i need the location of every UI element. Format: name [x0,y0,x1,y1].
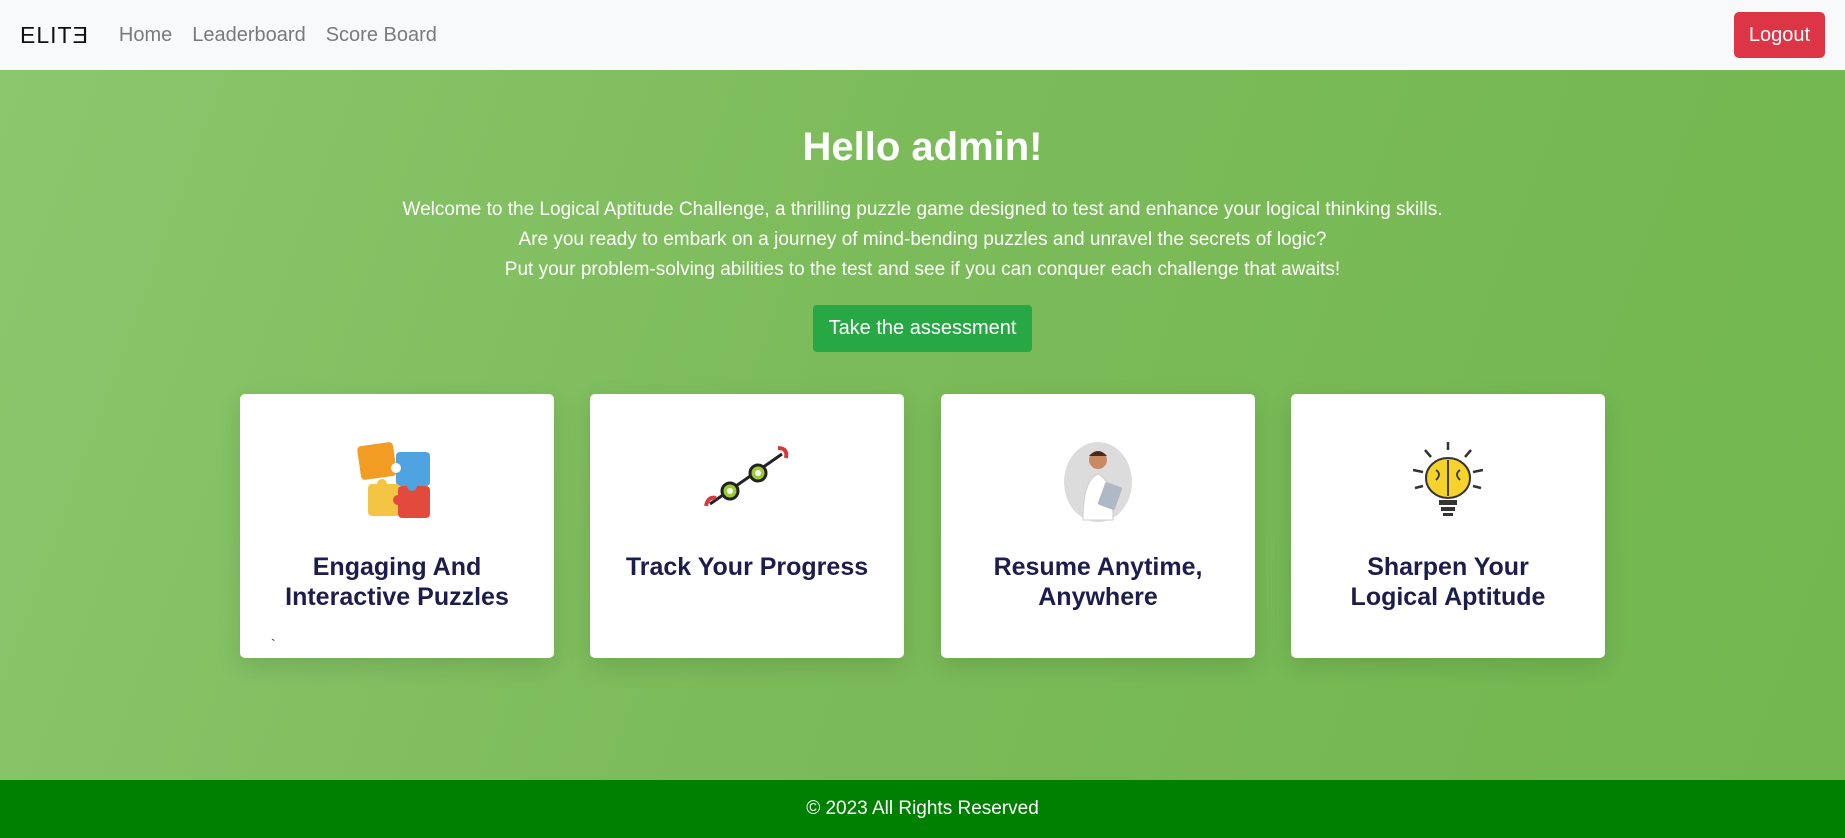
stray-mark: ` [271,636,276,652]
brain-lightbulb-icon [1412,442,1484,516]
card-title: Track Your Progress [600,552,894,582]
intro-line: Put your problem-solving abilities to th… [504,259,1341,280]
intro-line: Are you ready to embark on a journey of … [518,229,1327,250]
card-title-line: Engaging And [312,553,482,581]
brand-logo[interactable]: ELITƎ [20,22,89,49]
puzzle-pieces-icon [357,442,430,518]
intro-line: Welcome to the Logical Aptitude Challeng… [402,199,1443,220]
nav-link-score-board[interactable]: Score Board [326,24,437,47]
nav-link-leaderboard[interactable]: Leaderboard [192,24,305,47]
progress-chain-icon [704,446,789,507]
card-title-line: Anywhere [1038,583,1158,611]
card-title-line: Interactive Puzzles [285,583,509,611]
nav-link-home[interactable]: Home [119,24,172,47]
feature-card-progress: Track Your Progress [590,394,904,658]
logout-button[interactable]: Logout [1733,12,1825,58]
take-assessment-button[interactable]: Take the assessment [813,305,1032,352]
feature-card-sharpen: Sharpen Your Logical Aptitude [1291,394,1605,658]
card-title-line: Track Your Progress [625,553,869,581]
copyright-text: © 2023 All Rights Reserved [806,798,1039,819]
card-title-line: Sharpen Your [1367,553,1529,581]
top-navbar: ELITƎ Home Leaderboard Score Board Logou… [0,0,1845,70]
greeting-title: Hello admin! [802,125,1043,169]
feature-card-puzzles: Engaging And Interactive Puzzles ` [240,394,554,658]
card-title-line: Resume Anytime, [993,553,1203,581]
card-title: Sharpen Your Logical Aptitude [1301,552,1595,612]
footer: © 2023 All Rights Reserved [0,780,1845,838]
person-thinking-icon [1064,442,1132,522]
card-title: Engaging And Interactive Puzzles [250,552,544,612]
card-title: Resume Anytime, Anywhere [951,552,1245,612]
intro-text: Welcome to the Logical Aptitude Challeng… [0,195,1845,285]
hero-section: Hello admin! Welcome to the Logical Apti… [0,70,1845,780]
card-title-line: Logical Aptitude [1350,583,1546,611]
feature-card-resume: Resume Anytime, Anywhere [941,394,1255,658]
